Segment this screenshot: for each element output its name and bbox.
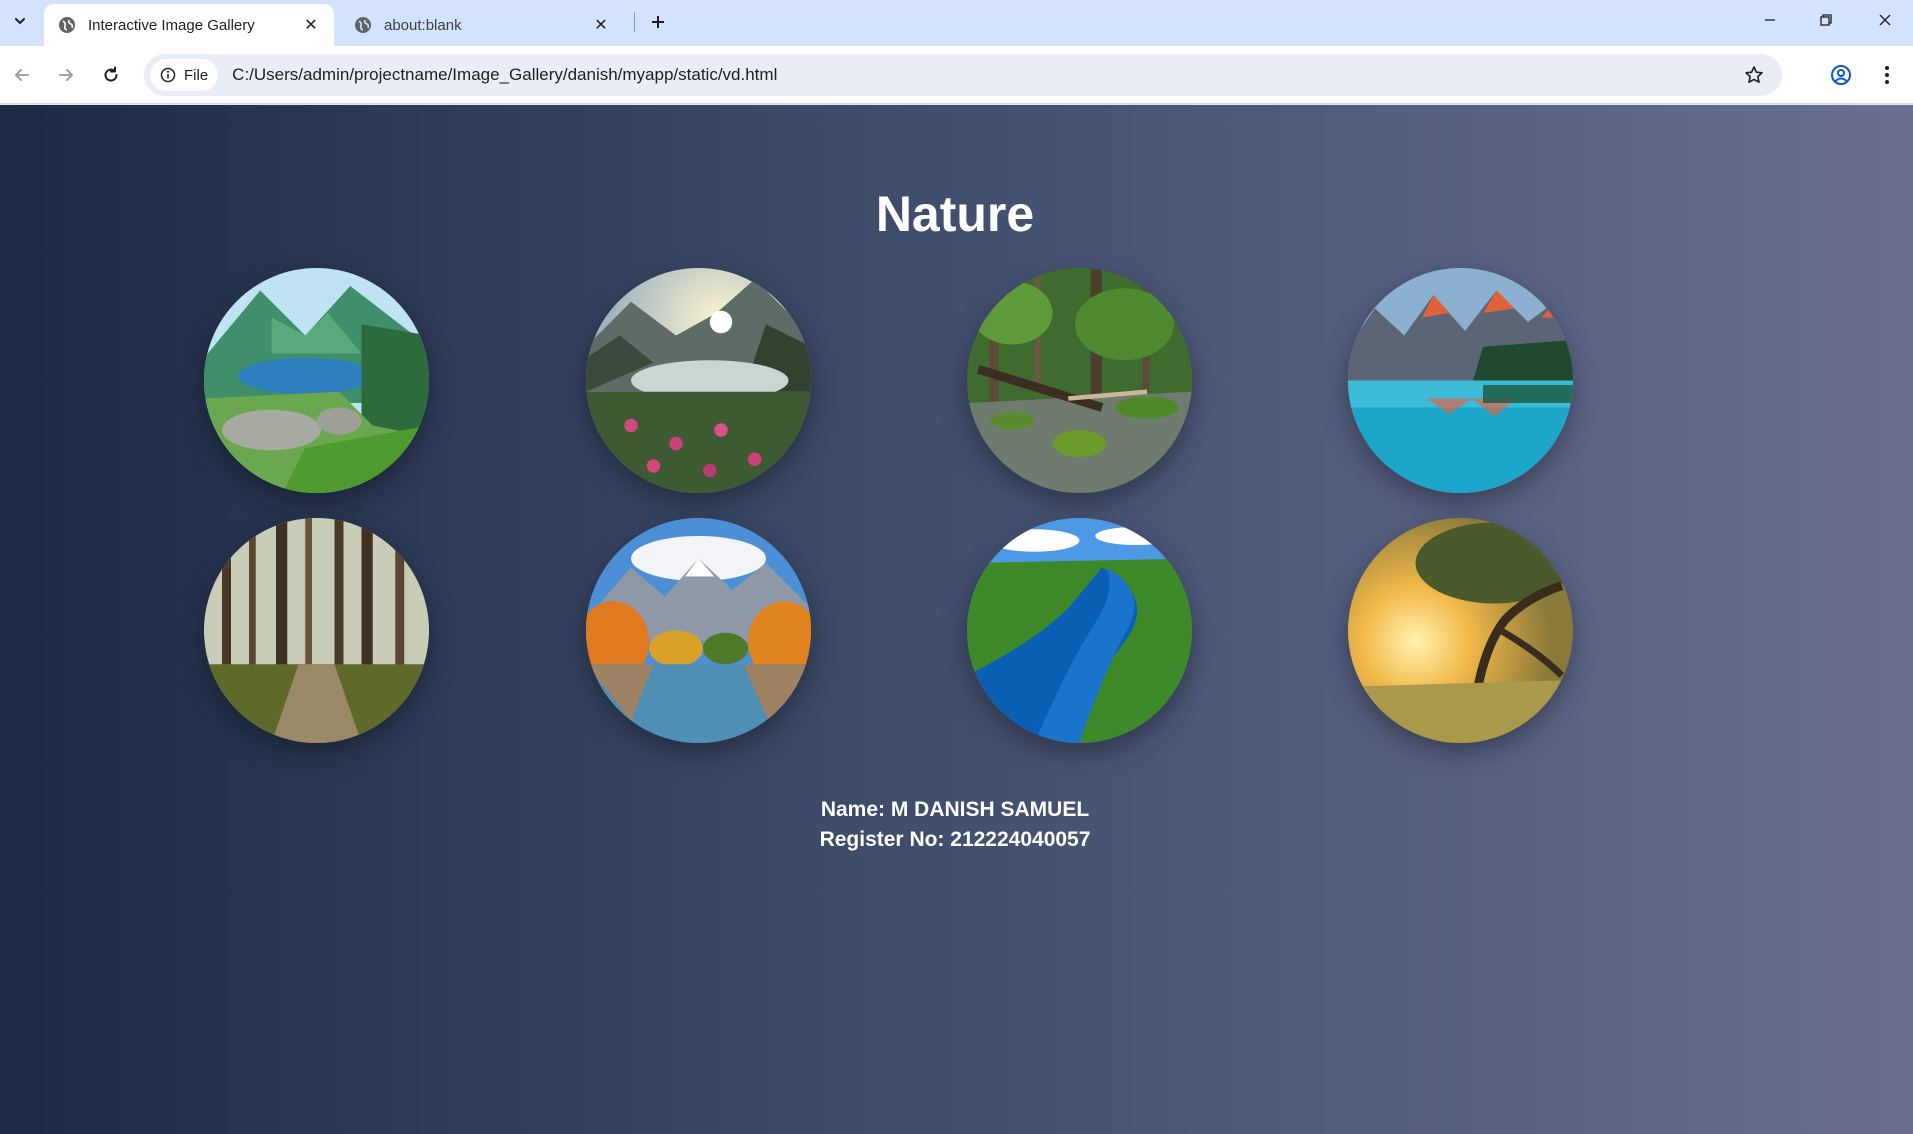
student-name: Name: M DANISH SAMUEL xyxy=(820,798,1090,821)
address-bar[interactable]: File C:/Users/admin/projectname/Image_Ga… xyxy=(144,54,1782,96)
profile-button[interactable] xyxy=(1826,60,1856,90)
bookmark-button[interactable] xyxy=(1742,63,1766,87)
chevron-down-icon xyxy=(15,18,25,25)
new-tab-button[interactable] xyxy=(644,8,672,36)
page-title: Nature xyxy=(875,186,1035,242)
register-number: Register No: 212224040057 xyxy=(819,828,1091,851)
info-icon xyxy=(160,67,176,83)
forest-path-photo xyxy=(204,518,429,743)
autumn-lake-photo xyxy=(586,518,811,743)
reload-button[interactable] xyxy=(95,59,127,91)
gallery-image[interactable] xyxy=(967,518,1192,743)
tab-separator xyxy=(634,12,635,32)
url-text[interactable]: C:/Users/admin/projectname/Image_Gallery… xyxy=(232,65,777,85)
back-button[interactable] xyxy=(6,59,38,91)
scheme-label: File xyxy=(184,66,209,84)
kebab-menu-icon xyxy=(1885,66,1889,84)
tab-title: about:blank xyxy=(384,16,462,34)
forest-stream-photo xyxy=(967,268,1192,493)
tab-interactive-image-gallery[interactable]: Interactive Image Gallery ✕ xyxy=(44,4,334,46)
profile-icon xyxy=(1831,65,1851,85)
globe-icon xyxy=(59,17,75,33)
gallery-image[interactable] xyxy=(1348,518,1573,743)
page-viewport: Nature Name: M DANISH SAMUEL Register No… xyxy=(0,105,1913,1134)
close-icon xyxy=(1879,14,1891,26)
student-credits: Name: M DANISH SAMUEL Register No: 21222… xyxy=(0,795,1910,855)
site-info-chip[interactable]: File xyxy=(150,59,219,91)
browser-toolbar: File C:/Users/admin/projectname/Image_Ga… xyxy=(0,46,1913,104)
star-icon xyxy=(1745,66,1763,83)
reload-icon xyxy=(104,66,118,82)
gallery-image[interactable] xyxy=(204,268,429,493)
minimize-button[interactable] xyxy=(1742,0,1798,40)
aerial-river-photo xyxy=(967,518,1192,743)
menu-button[interactable] xyxy=(1872,60,1902,90)
restore-icon xyxy=(1820,14,1832,26)
mountain-lake-photo xyxy=(204,268,429,493)
restore-button[interactable] xyxy=(1798,0,1854,40)
back-arrow-icon xyxy=(15,69,29,81)
gallery-image[interactable] xyxy=(1348,268,1573,493)
forward-button[interactable] xyxy=(50,59,82,91)
tab-title: Interactive Image Gallery xyxy=(88,16,255,34)
gallery-image[interactable] xyxy=(204,518,429,743)
gallery-image[interactable] xyxy=(586,518,811,743)
tab-search-button[interactable] xyxy=(4,6,36,36)
gallery-image[interactable] xyxy=(967,268,1192,493)
close-tab-icon[interactable]: ✕ xyxy=(300,14,322,36)
close-tab-icon[interactable]: ✕ xyxy=(590,14,612,36)
tab-about-blank[interactable]: about:blank ✕ xyxy=(340,4,624,46)
close-window-button[interactable] xyxy=(1857,0,1913,40)
minimize-icon xyxy=(1765,19,1775,21)
plus-icon xyxy=(652,16,664,28)
sunburst-lake-photo xyxy=(586,268,811,493)
gallery-image[interactable] xyxy=(586,268,811,493)
red-peaks-lake-photo xyxy=(1348,268,1573,493)
sunset-tree-photo xyxy=(1348,518,1573,743)
forward-arrow-icon xyxy=(59,69,73,81)
tab-strip: Interactive Image Gallery ✕ about:blank … xyxy=(0,0,1913,46)
globe-icon xyxy=(355,17,371,33)
